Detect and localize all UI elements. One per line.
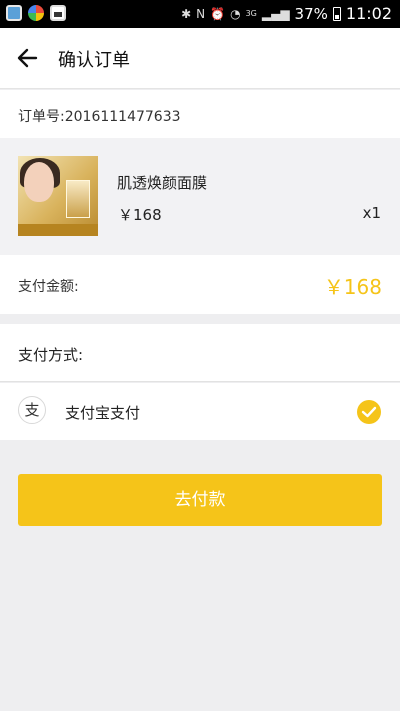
product-image-package bbox=[66, 180, 90, 218]
payment-option-alipay[interactable]: 支 支付宝支付 bbox=[0, 383, 400, 440]
product-price: ￥168 bbox=[118, 206, 162, 224]
status-bar: ✱ N ⏰ ◔ 3G ▂▄▆ 37% 11:02 bbox=[0, 0, 400, 28]
gallery-notification-icon bbox=[50, 5, 66, 21]
payment-amount-label: 支付金额: bbox=[18, 279, 79, 295]
order-number: 订单号:2016111477633 bbox=[0, 90, 400, 138]
page-title: 确认订单 bbox=[58, 50, 130, 71]
product-quantity: x1 bbox=[362, 204, 381, 222]
product-image-face bbox=[24, 162, 54, 202]
product-name: 肌透焕颜面膜 bbox=[117, 174, 208, 192]
payment-method-header: 支付方式: bbox=[0, 324, 400, 382]
battery-icon bbox=[332, 6, 341, 21]
notification-icons bbox=[6, 5, 66, 21]
signal-icon: ▂▄▆ bbox=[261, 6, 290, 21]
product-image-band bbox=[18, 224, 98, 236]
payment-amount-value: ￥168 bbox=[323, 275, 382, 299]
payment-method-title: 支付方式: bbox=[18, 346, 84, 364]
alipay-icon: 支 bbox=[18, 396, 46, 424]
network-type-label: 3G bbox=[245, 9, 257, 18]
payment-amount-row: 支付金额: ￥168 bbox=[0, 255, 400, 314]
nfc-icon: N bbox=[196, 6, 206, 21]
app-notification-icon bbox=[6, 5, 22, 21]
system-status: ✱ N ⏰ ◔ 3G ▂▄▆ 37% 11:02 bbox=[181, 4, 392, 23]
pay-button[interactable]: 去付款 bbox=[18, 474, 382, 526]
clock: 11:02 bbox=[345, 4, 392, 23]
product-item[interactable]: 肌透焕颜面膜 ￥168 x1 bbox=[0, 138, 400, 255]
alarm-icon: ⏰ bbox=[210, 6, 226, 21]
app-header: 确认订单 bbox=[0, 28, 400, 89]
bluetooth-icon: ✱ bbox=[181, 6, 192, 21]
wifi-icon: ◔ bbox=[230, 6, 241, 21]
product-image bbox=[18, 156, 98, 236]
payment-option-label: 支付宝支付 bbox=[65, 404, 141, 422]
battery-percent: 37% bbox=[294, 4, 328, 23]
back-arrow-icon[interactable] bbox=[14, 44, 42, 72]
chrome-notification-icon bbox=[28, 5, 44, 21]
check-icon[interactable] bbox=[357, 400, 381, 424]
